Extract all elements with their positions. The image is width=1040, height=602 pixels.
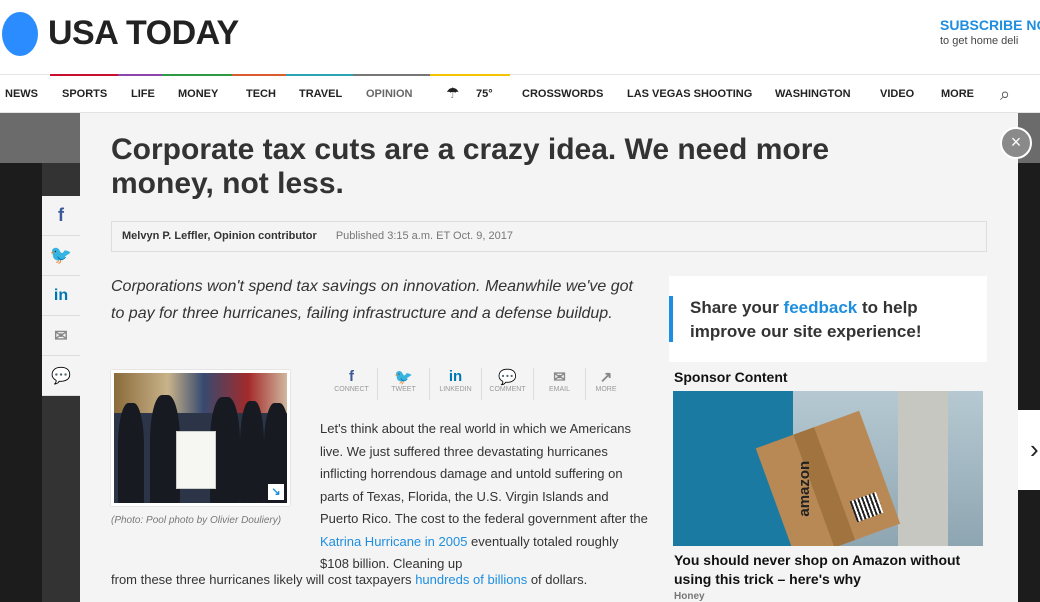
site-logo[interactable]: USA TODAY <box>48 14 239 53</box>
share-rail: f 🐦 in ✉ 💬 <box>42 196 80 396</box>
photo-document <box>176 431 216 489</box>
nav-more[interactable]: MORE <box>941 75 974 113</box>
photo-background <box>114 373 287 413</box>
barcode-icon <box>849 491 884 523</box>
nav-weather-accent <box>430 74 510 76</box>
share-toolbar: f CONNECT 🐦 TWEET in LINKEDIN 💬 COMMENT … <box>326 368 626 400</box>
main-nav: NEWS SPORTS LIFE MONEY TECH TRAVEL OPINI… <box>0 74 1040 113</box>
feedback-card[interactable]: Share your feedback to help improve our … <box>669 276 987 362</box>
nav-video[interactable]: VIDEO <box>880 75 914 113</box>
feedback-accent <box>669 296 673 342</box>
twitter-icon: 🐦 <box>394 369 413 386</box>
page-backdrop-right <box>1018 163 1040 602</box>
nav-opinion[interactable]: OPINION <box>366 75 412 113</box>
close-icon[interactable]: × <box>1000 127 1032 159</box>
katrina-link[interactable]: Katrina Hurricane in 2005 <box>320 534 467 549</box>
article-body: Let's think about the real world in whic… <box>320 418 650 576</box>
body-text: of dollars. <box>527 572 588 587</box>
sponsor-image-post <box>898 391 948 546</box>
hundreds-of-billions-link[interactable]: hundreds of billions <box>415 572 527 587</box>
share-comment-button[interactable]: 💬 COMMENT <box>482 368 534 400</box>
feedback-pre: Share your <box>690 298 784 317</box>
facebook-icon[interactable]: f <box>42 196 80 236</box>
page-backdrop-left <box>0 163 42 602</box>
nav-travel[interactable]: TRAVEL <box>299 75 342 113</box>
search-icon[interactable]: ⌕ <box>1000 75 1010 113</box>
subscribe-link[interactable]: SUBSCRIBE NO <box>940 17 1040 33</box>
share-label: MORE <box>595 386 617 393</box>
share-linkedin-button[interactable]: in LINKEDIN <box>430 368 482 400</box>
chevron-right-icon: › <box>1030 434 1039 464</box>
nav-news[interactable]: NEWS <box>5 75 38 113</box>
nav-money[interactable]: MONEY <box>178 75 218 113</box>
author-name[interactable]: Melvyn P. Leffler, Opinion contributor <box>122 230 317 242</box>
share-label: COMMENT <box>489 386 526 393</box>
article-photo[interactable]: ↘ <box>111 370 290 506</box>
rain-cloud-icon[interactable]: ☂ <box>446 75 459 113</box>
article-title: Corporate tax cuts are a crazy idea. We … <box>111 133 830 200</box>
site-header: USA TODAY SUBSCRIBE NO to get home deli … <box>0 0 1040 113</box>
twitter-icon[interactable]: 🐦 <box>42 236 80 276</box>
share-facebook-button[interactable]: f CONNECT <box>326 368 378 400</box>
publish-date: Published 3:15 a.m. ET Oct. 9, 2017 <box>335 230 513 242</box>
nav-sports[interactable]: SPORTS <box>62 75 107 113</box>
share-twitter-button[interactable]: 🐦 TWEET <box>378 368 430 400</box>
article-body-continued: from these three hurricanes likely will … <box>111 569 671 592</box>
body-text: Let's think about the real world in whic… <box>320 421 648 526</box>
share-more-icon: ↗ <box>599 369 613 386</box>
article-lead: Corporations won't spend tax savings on … <box>111 278 633 322</box>
comment-icon: 💬 <box>498 369 517 386</box>
feedback-link[interactable]: feedback <box>784 298 858 317</box>
linkedin-icon[interactable]: in <box>42 276 80 316</box>
body-text: from these three hurricanes likely will … <box>111 572 416 587</box>
nav-tech[interactable]: TECH <box>246 75 276 113</box>
expand-icon[interactable]: ↘ <box>268 484 284 500</box>
feedback-text: Share your feedback to help improve our … <box>690 296 970 344</box>
share-label: EMAIL <box>548 386 570 393</box>
share-more-button[interactable]: ↗ MORE <box>586 368 626 400</box>
share-email-button[interactable]: ✉ EMAIL <box>534 368 586 400</box>
nav-crosswords[interactable]: CROSSWORDS <box>522 75 603 113</box>
sponsor-image[interactable]: amazon <box>673 391 983 546</box>
photo-figure <box>240 401 264 503</box>
sponsor-source: Honey <box>674 591 705 602</box>
next-article-button[interactable]: › <box>1018 410 1040 490</box>
nav-washington[interactable]: WASHINGTON <box>775 75 851 113</box>
nav-las-vegas[interactable]: LAS VEGAS SHOOTING <box>627 75 752 113</box>
linkedin-icon: in <box>448 368 463 385</box>
logo-icon[interactable] <box>2 12 38 56</box>
email-icon[interactable]: ✉ <box>42 316 80 356</box>
share-label: LINKEDIN <box>439 386 472 393</box>
comment-icon[interactable]: 💬 <box>42 356 80 396</box>
photo-caption: (Photo: Pool photo by Olivier Douliery) <box>111 515 282 526</box>
email-icon: ✉ <box>553 369 566 386</box>
nav-weather[interactable]: 75° <box>476 75 493 113</box>
share-label: TWEET <box>391 386 416 393</box>
facebook-icon: f <box>349 368 354 385</box>
box-brand: amazon <box>795 460 813 517</box>
subscribe-subtext[interactable]: to get home deli <box>940 35 1018 47</box>
photo-figure <box>118 403 144 503</box>
share-label: CONNECT <box>334 386 369 393</box>
sponsor-headline[interactable]: You should never shop on Amazon without … <box>674 551 974 589</box>
nav-life[interactable]: LIFE <box>131 75 155 113</box>
byline: Melvyn P. Leffler, Opinion contributor P… <box>111 221 987 252</box>
sponsor-label: Sponsor Content <box>674 369 788 385</box>
